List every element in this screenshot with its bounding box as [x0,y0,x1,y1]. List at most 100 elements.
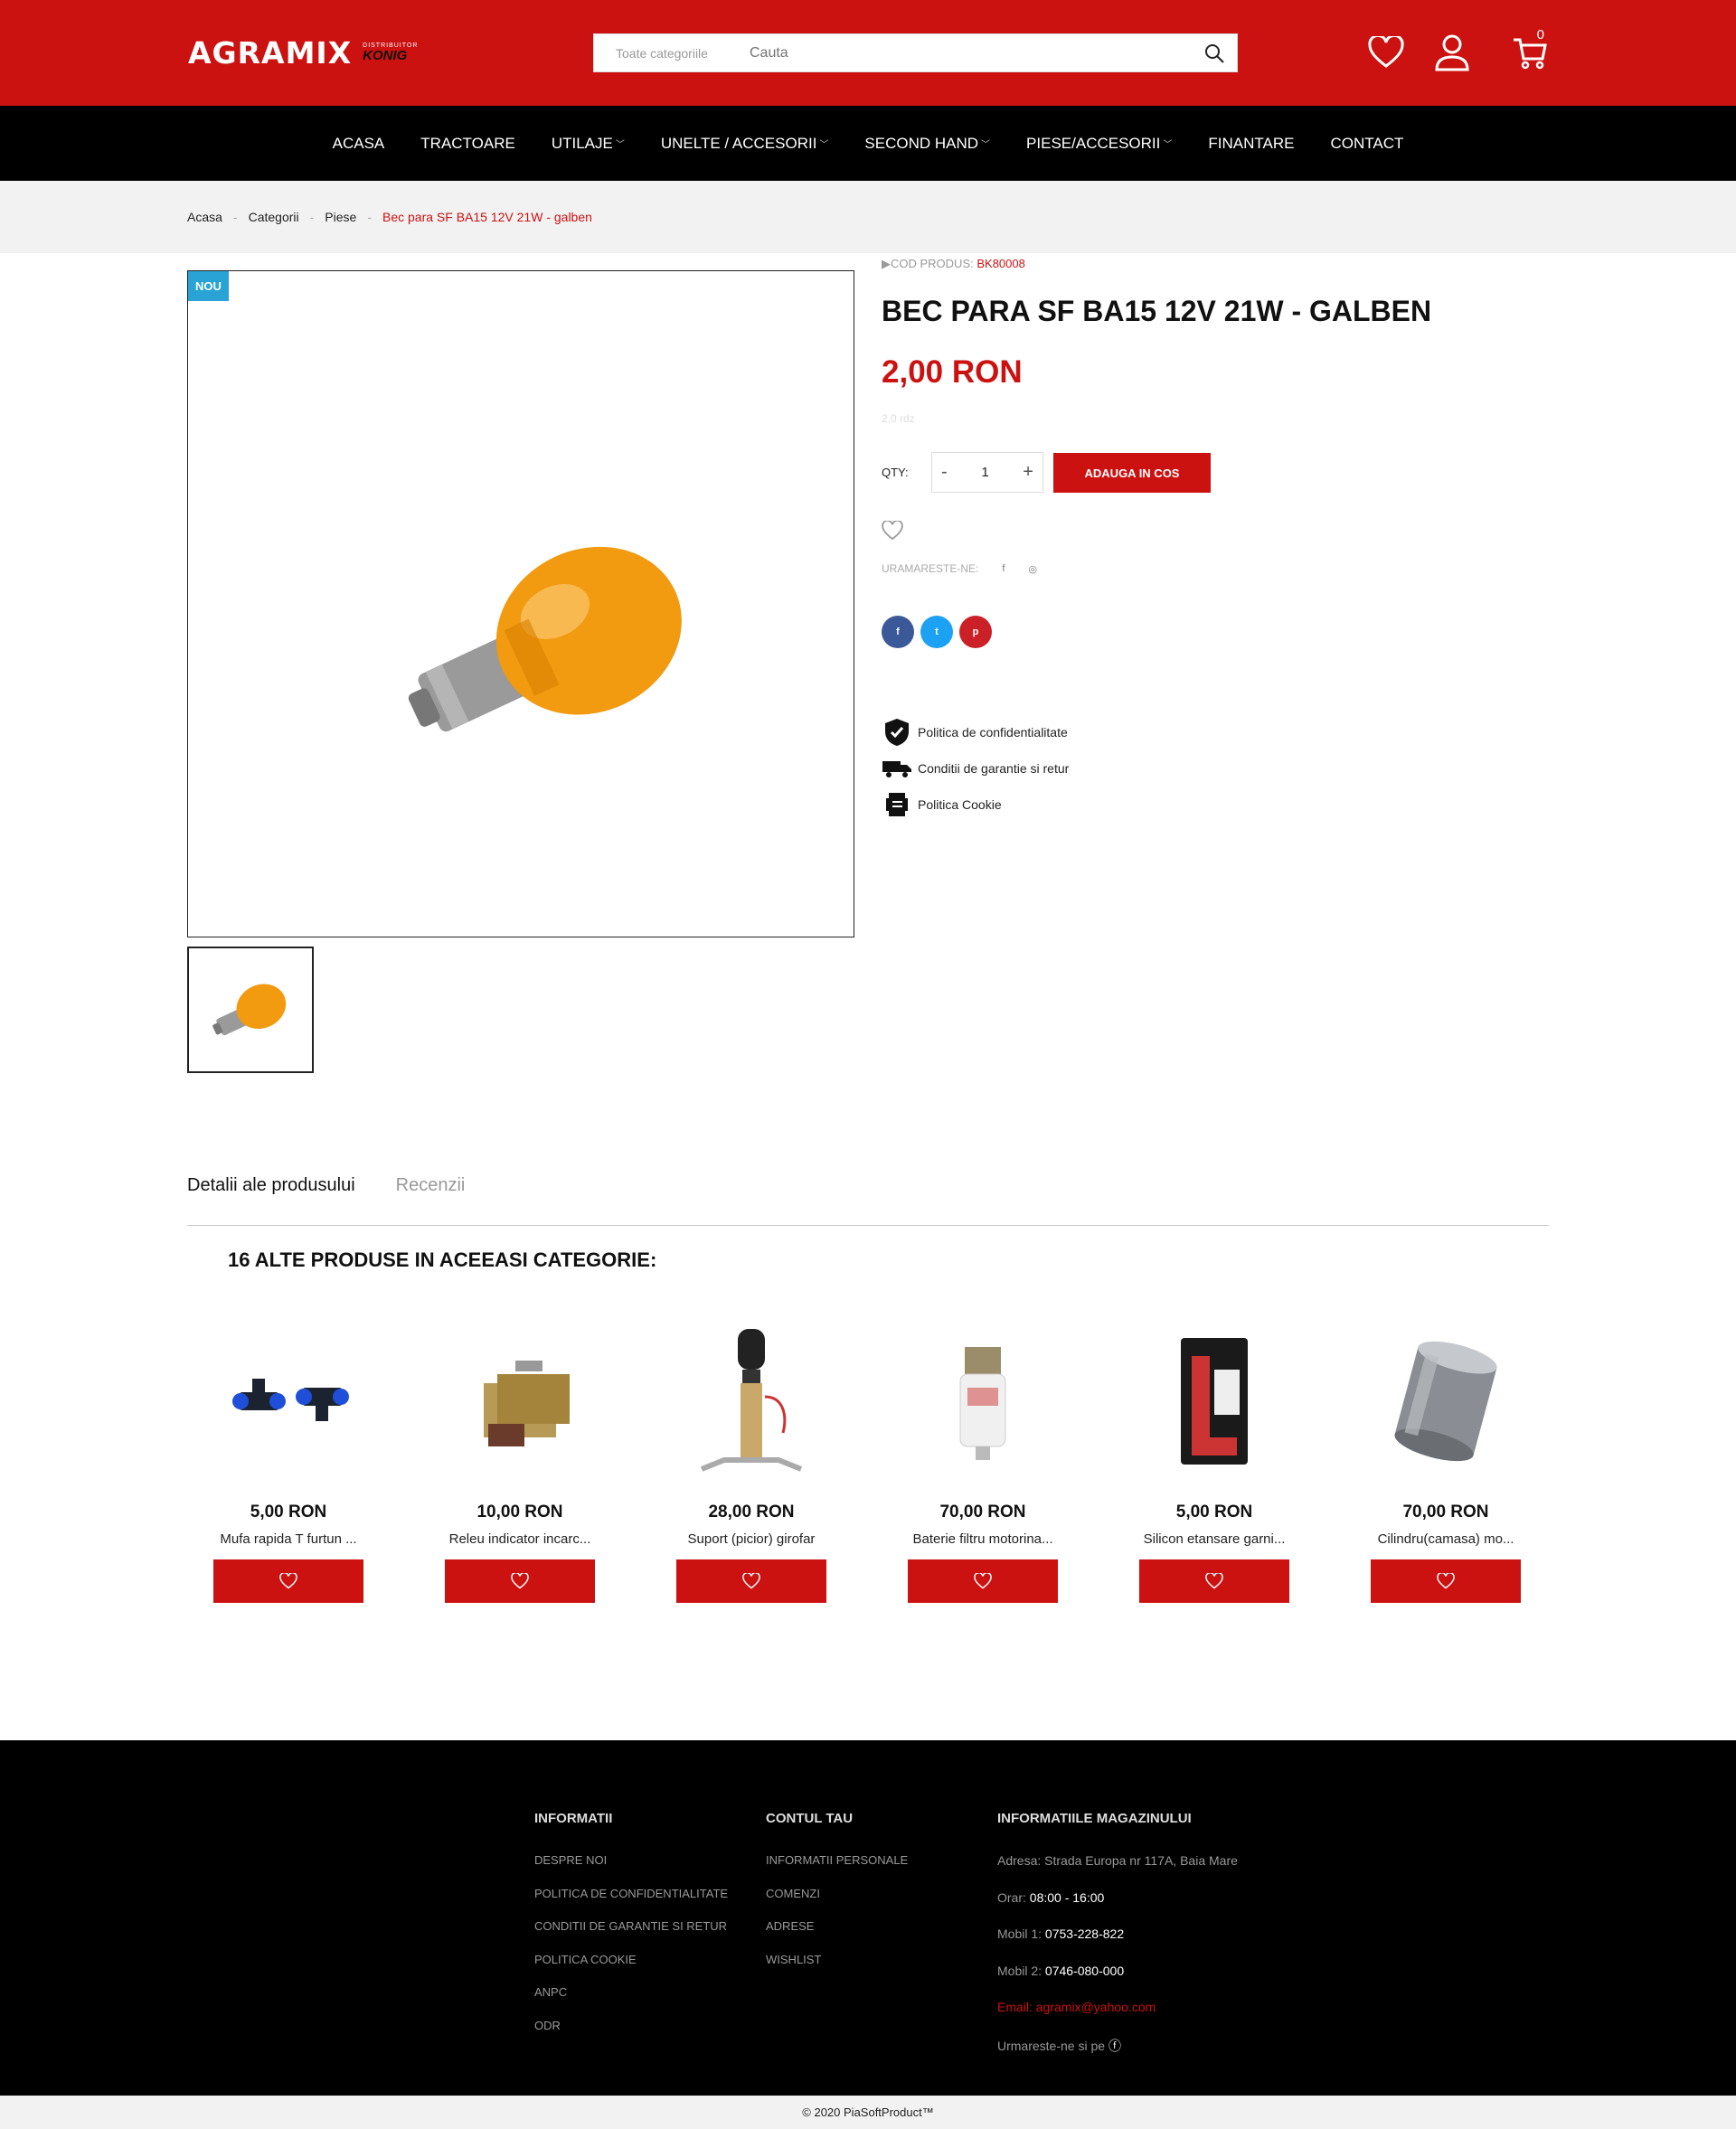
facebook-circle-icon[interactable]: ⓕ [1109,2039,1121,2053]
product-card[interactable]: 5,00 RON Mufa rapida T furtun ... [213,1320,363,1603]
heart-icon [1205,1573,1223,1589]
footer-link-confidentialitate[interactable]: POLITICA DE CONFIDENTIALITATE [534,1887,728,1920]
product-card-image[interactable] [1139,1320,1289,1483]
quantity-stepper: - 1 + [931,452,1043,493]
product-card-name[interactable]: Mufa rapida T furtun ... [213,1531,363,1547]
breadcrumb-piese[interactable]: Piese [325,210,356,224]
nav-label: TRACTOARE [420,134,515,152]
chevron-down-icon: ﹀ [981,140,991,150]
breadcrumb-separator: - [232,210,238,224]
footer-link-informatii-personale[interactable]: INFORMATII PERSONALE [766,1853,908,1887]
product-card-wishlist-button[interactable] [908,1559,1058,1603]
document-icon [882,791,912,818]
product-card-image[interactable] [213,1320,363,1483]
product-card[interactable]: 10,00 RON Releu indicator incarc... [445,1320,595,1603]
wishlist-button[interactable] [1364,31,1408,74]
qty-input[interactable]: 1 [981,465,988,480]
product-card-image[interactable] [908,1320,1058,1483]
heart-icon [882,519,903,541]
cart-button[interactable]: 0 [1508,27,1552,74]
truck-icon [882,758,912,778]
policy-privacy[interactable]: Politica de confidentialitate [882,714,1069,750]
search-icon [1205,43,1224,63]
account-button[interactable] [1430,31,1474,74]
footer-link-garantie[interactable]: CONDITII DE GARANTIE SI RETUR [534,1919,728,1953]
product-price: 2,00 RON [882,354,1023,390]
product-card-image[interactable] [1371,1320,1521,1483]
footer-link-cookie[interactable]: POLITICA COOKIE [534,1953,728,1986]
instagram-icon[interactable]: ◎ [1028,563,1037,575]
footer-link-comenzi[interactable]: COMENZI [766,1887,908,1920]
policy-warranty[interactable]: Conditii de garantie si retur [882,750,1069,787]
qty-label: QTY: [882,466,909,479]
product-card-name[interactable]: Baterie filtru motorina... [908,1531,1058,1547]
footer-link-adrese[interactable]: ADRESE [766,1919,908,1953]
product-card-wishlist-button[interactable] [1139,1559,1289,1603]
product-card[interactable]: 70,00 RON Cilindru(camasa) mo... [1371,1320,1521,1603]
follow-label: URAMARESTE-NE: [882,562,979,575]
qty-increase-button[interactable]: + [1023,462,1033,483]
share-facebook-button[interactable]: f [882,616,914,648]
footer-link-wishlist[interactable]: WISHLIST [766,1953,908,1986]
product-card-wishlist-button[interactable] [445,1559,595,1603]
product-card-wishlist-button[interactable] [1371,1559,1521,1603]
product-card-name[interactable]: Releu indicator incarc... [445,1531,595,1547]
product-card[interactable]: 5,00 RON Silicon etansare garni... [1139,1320,1289,1603]
heart-icon [742,1573,760,1589]
search-category-select[interactable]: Toate categoriile [594,46,750,61]
nav-item-tractoare[interactable]: TRACTOARE [420,135,515,153]
mobile-2-value[interactable]: 0746-080-000 [1045,1964,1124,1978]
policy-cookie[interactable]: Politica Cookie [882,787,1069,823]
qty-decrease-button[interactable]: - [941,462,948,483]
nav-item-utilaje[interactable]: UTILAJE ﹀ [552,135,625,153]
facebook-icon[interactable]: f [1002,563,1005,574]
nav-item-acasa[interactable]: ACASA [333,135,385,153]
product-main-image[interactable]: NOU [187,270,854,937]
add-to-cart-button[interactable]: ADAUGA IN COS [1053,453,1211,493]
search-button[interactable] [1192,34,1237,72]
product-thumbnail[interactable] [187,947,314,1073]
bulb-image [408,546,682,732]
related-products-title: 16 ALTE PRODUSE IN ACEEASI CATEGORIE: [228,1248,657,1271]
store-mobile-2: Mobil 2: 0746-080-000 [997,1964,1238,2001]
product-card[interactable]: 28,00 RON Suport (picior) girofar [676,1320,826,1603]
search-input[interactable] [750,44,1192,61]
nav-label: UNELTE / ACCESORII [660,134,817,152]
footer-link-despre[interactable]: DESPRE NOI [534,1853,728,1887]
product-card-image[interactable] [445,1320,595,1483]
footer-link-anpc[interactable]: ANPC [534,1985,728,2019]
tab-reviews[interactable]: Recenzii [396,1175,466,1225]
policy-label: Politica Cookie [918,797,1002,812]
store-email[interactable]: Email: agramix@yahoo.com [997,2000,1238,2037]
product-card-wishlist-button[interactable] [676,1559,826,1603]
add-to-wishlist-button[interactable] [882,519,903,545]
chevron-down-icon: ﹀ [615,140,625,150]
breadcrumb-home[interactable]: Acasa [187,210,222,224]
nav-item-piese[interactable]: PIESE/ACCESORII ﹀ [1026,135,1172,153]
share-pinterest-button[interactable]: p [959,616,992,648]
mobile-1-value[interactable]: 0753-228-822 [1045,1926,1124,1941]
share-twitter-button[interactable]: t [920,616,953,648]
heart-icon [511,1573,529,1589]
footer-link-odr[interactable]: ODR [534,2019,728,2052]
nav-label: PIESE/ACCESORII [1026,134,1161,152]
nav-item-finantare[interactable]: FINANTARE [1208,135,1294,153]
logo-brand: DISTRIBUITOR KONIG [363,42,418,62]
nav-item-second-hand[interactable]: SECOND HAND ﹀ [864,135,990,153]
footer-heading: CONTUL TAU [766,1811,854,1826]
product-tax-note: 2,0 rdz [882,412,915,425]
top-header: AGRAMIX DISTRIBUITOR KONIG Toate categor… [0,0,1736,106]
product-card-name[interactable]: Silicon etansare garni... [1139,1531,1289,1547]
site-logo[interactable]: AGRAMIX DISTRIBUITOR KONIG [188,34,418,71]
nav-item-unelte[interactable]: UNELTE / ACCESORII ﹀ [661,135,829,153]
product-card[interactable]: 70,00 RON Baterie filtru motorina... [908,1320,1058,1603]
breadcrumb-categorii[interactable]: Categorii [249,210,299,224]
product-card-name[interactable]: Cilindru(camasa) mo... [1371,1531,1521,1547]
policy-label: Politica de confidentialitate [918,725,1068,739]
product-card-wishlist-button[interactable] [213,1559,363,1603]
tab-details[interactable]: Detalii ale produsului [187,1175,355,1225]
product-card-image[interactable] [676,1320,826,1483]
product-card-name[interactable]: Suport (picior) girofar [676,1531,826,1547]
logo-brand-text: KONIG [363,48,408,63]
nav-item-contact[interactable]: CONTACT [1330,135,1403,153]
